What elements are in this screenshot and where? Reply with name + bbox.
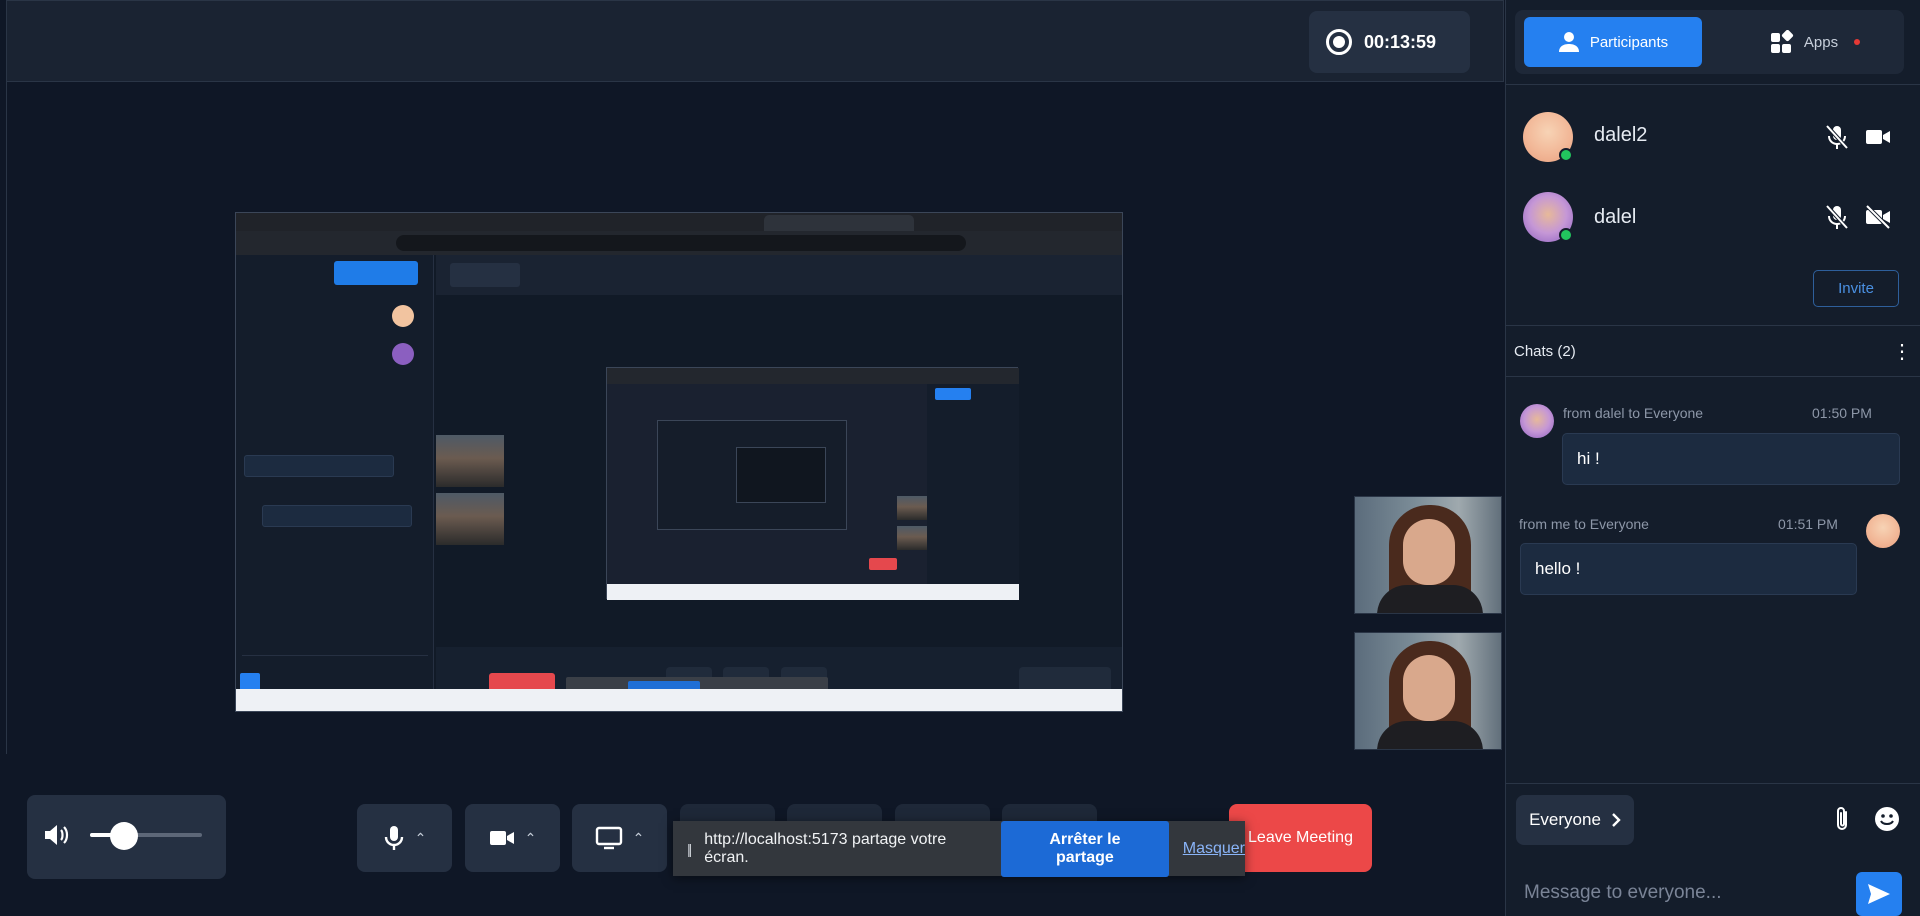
recipient-label: Everyone bbox=[1529, 810, 1601, 829]
video-camera-icon[interactable] bbox=[1865, 127, 1891, 147]
self-video-tile bbox=[1354, 632, 1502, 750]
chat-time: 01:51 PM bbox=[1778, 516, 1838, 532]
microphone-button[interactable]: ⌃ bbox=[357, 804, 452, 872]
shared-screen bbox=[235, 212, 1123, 712]
speaker-icon[interactable] bbox=[42, 822, 72, 850]
chevron-right-icon bbox=[1612, 813, 1621, 827]
notification-dot bbox=[1854, 39, 1861, 45]
meeting-header bbox=[6, 0, 1504, 82]
send-icon bbox=[1868, 884, 1890, 904]
shared-address-bar bbox=[396, 235, 966, 251]
timer-text: 00:13:59 bbox=[1364, 31, 1437, 52]
share-banner-text: http://localhost:5173 partage votre écra… bbox=[704, 830, 947, 866]
record-icon bbox=[1326, 29, 1352, 55]
tab-participants[interactable]: Participants bbox=[1524, 17, 1702, 67]
chat-bubble: hi ! bbox=[1562, 433, 1900, 485]
shared-nested-screen bbox=[606, 367, 1019, 600]
recording-timer: 00:13:59 bbox=[1309, 11, 1470, 73]
participant-video-tile bbox=[1354, 496, 1502, 614]
more-options-icon[interactable]: ⋮ bbox=[1892, 342, 1912, 362]
send-button[interactable] bbox=[1856, 872, 1902, 916]
tab-apps-label: Apps bbox=[1803, 33, 1839, 51]
chats-title: Chats (2) bbox=[1514, 343, 1576, 360]
screen-share-button[interactable]: ⌃ bbox=[572, 804, 667, 872]
video-off-icon[interactable] bbox=[1865, 205, 1891, 229]
apps-icon bbox=[1770, 30, 1793, 53]
tab-apps[interactable]: Apps bbox=[1740, 17, 1890, 67]
mic-muted-icon[interactable] bbox=[1825, 124, 1849, 150]
drag-handle-icon[interactable]: || bbox=[687, 841, 692, 857]
chevron-up-icon[interactable]: ⌃ bbox=[633, 830, 645, 847]
chat-meta: from dalel to Everyone bbox=[1563, 405, 1704, 421]
stop-sharing-button[interactable]: Arrêter le partage bbox=[1001, 820, 1169, 877]
video-camera-icon bbox=[489, 831, 514, 845]
shared-sidebar bbox=[236, 255, 434, 691]
shared-browser-chrome bbox=[236, 213, 1122, 255]
attachment-icon[interactable] bbox=[1830, 806, 1854, 834]
online-indicator bbox=[1559, 228, 1573, 242]
chat-meta: from me to Everyone bbox=[1519, 516, 1649, 532]
invite-button[interactable]: Invite bbox=[1813, 270, 1899, 307]
shared-app-view bbox=[236, 255, 1122, 711]
mic-muted-icon[interactable] bbox=[1825, 204, 1849, 230]
online-indicator bbox=[1559, 148, 1573, 162]
chevron-up-icon[interactable]: ⌃ bbox=[525, 830, 537, 847]
chevron-up-icon[interactable]: ⌃ bbox=[415, 830, 427, 847]
hide-banner-link[interactable]: Masquer bbox=[1183, 840, 1245, 858]
participant-name: dalel bbox=[1594, 206, 1637, 228]
volume-slider-thumb[interactable] bbox=[109, 822, 138, 850]
chat-time: 01:50 PM bbox=[1812, 405, 1872, 421]
avatar bbox=[1520, 404, 1554, 438]
emoji-icon[interactable] bbox=[1874, 806, 1900, 832]
monitor-icon bbox=[595, 826, 622, 850]
person-icon bbox=[1558, 32, 1579, 52]
message-input[interactable] bbox=[1506, 870, 1856, 916]
shared-taskbar bbox=[236, 689, 1122, 711]
screen-share-notification: || http://localhost:5173 partage votre é… bbox=[673, 820, 1245, 877]
participant-name: dalel2 bbox=[1594, 124, 1648, 146]
tab-participants-label: Participants bbox=[1589, 33, 1669, 51]
recipient-selector[interactable]: Everyone bbox=[1516, 795, 1634, 845]
avatar bbox=[1866, 514, 1900, 548]
chat-bubble: hello ! bbox=[1520, 543, 1857, 595]
microphone-icon bbox=[384, 826, 403, 850]
camera-button[interactable]: ⌃ bbox=[465, 804, 560, 872]
leave-meeting-button[interactable]: Leave Meeting bbox=[1229, 804, 1372, 872]
